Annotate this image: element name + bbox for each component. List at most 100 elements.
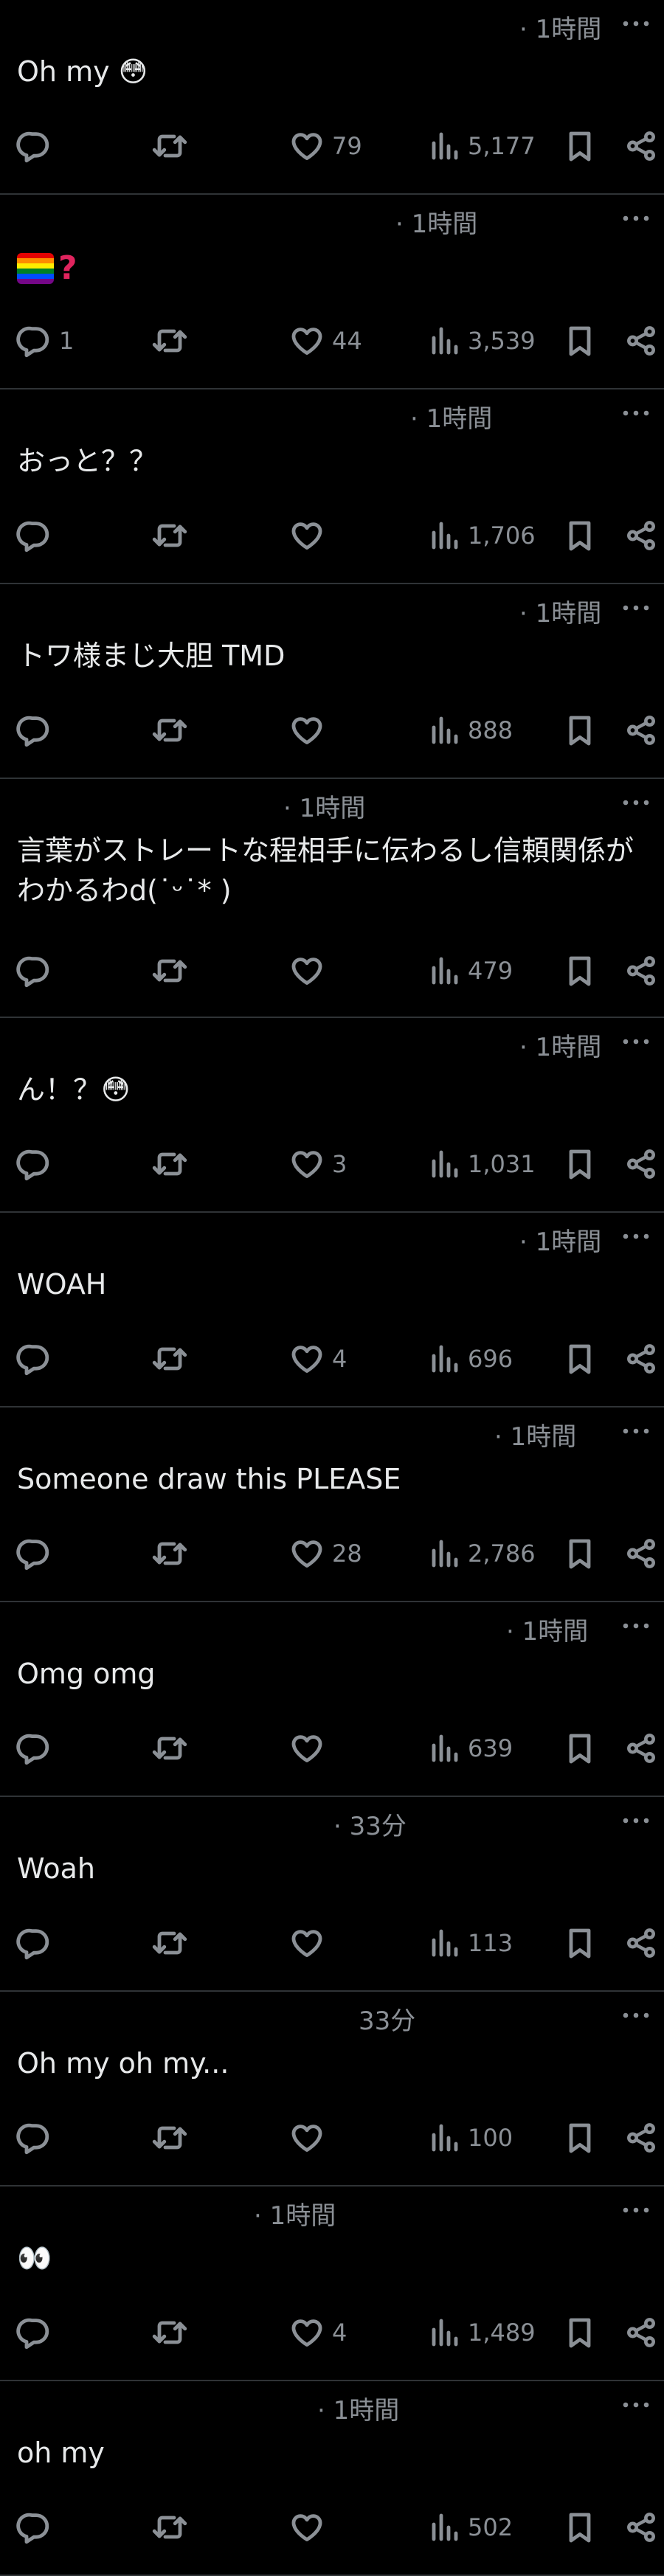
retweet-button[interactable]: [151, 710, 189, 751]
share-button[interactable]: [624, 125, 658, 167]
post[interactable]: · 1時間 Oh my 😳 79 5,177: [0, 0, 664, 195]
more-icon[interactable]: [618, 1611, 654, 1641]
post-timestamp[interactable]: · 1時間: [506, 1611, 588, 1647]
like-button[interactable]: 44: [289, 320, 362, 361]
retweet-button[interactable]: [151, 1338, 189, 1379]
post-timestamp[interactable]: · 1時間: [283, 788, 365, 824]
more-icon[interactable]: [618, 1027, 654, 1056]
like-button[interactable]: 28: [289, 1533, 362, 1574]
views-button[interactable]: 1,706: [428, 515, 536, 556]
post[interactable]: · 1時間 👀 4 1,489: [0, 2187, 664, 2381]
retweet-button[interactable]: [151, 2312, 189, 2353]
more-icon[interactable]: [618, 9, 654, 38]
post[interactable]: · 1時間? 1 44 3,539: [0, 195, 664, 389]
views-button[interactable]: 100: [428, 2117, 513, 2158]
post[interactable]: · 1時間 トワ様まじ大胆 TMD 888: [0, 584, 664, 779]
retweet-button[interactable]: [151, 320, 189, 361]
bookmark-button[interactable]: [564, 2312, 596, 2353]
post[interactable]: · 1時間 oh my 502: [0, 2381, 664, 2576]
share-button[interactable]: [624, 515, 658, 556]
post-timestamp[interactable]: · 1時間: [317, 2390, 399, 2426]
views-button[interactable]: 479: [428, 950, 513, 991]
like-button[interactable]: [289, 950, 332, 991]
post[interactable]: · 33分 Woah 113: [0, 1797, 664, 1992]
post-timestamp[interactable]: · 1時間: [519, 1027, 601, 1063]
more-icon[interactable]: [618, 2195, 654, 2225]
share-button[interactable]: [624, 320, 658, 361]
views-button[interactable]: 1,031: [428, 1143, 536, 1185]
more-icon[interactable]: [618, 398, 654, 428]
post[interactable]: · 1時間 ん！？😳 3 1,031: [0, 1018, 664, 1213]
more-icon[interactable]: [618, 2001, 654, 2030]
retweet-button[interactable]: [151, 2507, 189, 2548]
like-button[interactable]: [289, 2117, 332, 2158]
like-button[interactable]: [289, 2507, 332, 2548]
views-button[interactable]: 2,786: [428, 1533, 536, 1574]
share-button[interactable]: [624, 950, 658, 991]
like-button[interactable]: 4: [289, 1338, 347, 1379]
like-button[interactable]: 4: [289, 2312, 347, 2353]
post-timestamp[interactable]: · 1時間: [519, 1222, 601, 1258]
more-icon[interactable]: [618, 593, 654, 623]
bookmark-button[interactable]: [564, 2117, 596, 2158]
reply-button[interactable]: [16, 1922, 59, 1964]
views-button[interactable]: 696: [428, 1338, 513, 1379]
share-button[interactable]: [624, 1338, 658, 1379]
reply-button[interactable]: [16, 710, 59, 751]
bookmark-button[interactable]: [564, 1143, 596, 1185]
like-button[interactable]: [289, 1728, 332, 1769]
post-timestamp[interactable]: · 33分: [333, 1806, 407, 1842]
post[interactable]: 33分 Oh my oh my... 100: [0, 1992, 664, 2187]
reply-button[interactable]: [16, 125, 59, 167]
retweet-button[interactable]: [151, 1143, 189, 1185]
bookmark-button[interactable]: [564, 950, 596, 991]
reply-button[interactable]: [16, 2312, 59, 2353]
bookmark-button[interactable]: [564, 125, 596, 167]
bookmark-button[interactable]: [564, 1533, 596, 1574]
reply-button[interactable]: [16, 1533, 59, 1574]
post-timestamp[interactable]: · 1時間: [410, 398, 492, 434]
retweet-button[interactable]: [151, 1533, 189, 1574]
like-button[interactable]: [289, 1922, 332, 1964]
more-icon[interactable]: [618, 1416, 654, 1446]
bookmark-button[interactable]: [564, 1728, 596, 1769]
post[interactable]: · 1時間 言葉がストレートな程相手に伝わるし信頼関係がわかるわd(˙ᵕ˙* ) 4…: [0, 779, 664, 1018]
retweet-button[interactable]: [151, 515, 189, 556]
views-button[interactable]: 113: [428, 1922, 513, 1964]
like-button[interactable]: 79: [289, 125, 362, 167]
views-button[interactable]: 3,539: [428, 320, 536, 361]
share-button[interactable]: [624, 2312, 658, 2353]
like-button[interactable]: [289, 710, 332, 751]
more-icon[interactable]: [618, 2390, 654, 2420]
bookmark-button[interactable]: [564, 515, 596, 556]
reply-button[interactable]: [16, 515, 59, 556]
reply-button[interactable]: [16, 1728, 59, 1769]
post-timestamp[interactable]: · 1時間: [519, 593, 601, 629]
retweet-button[interactable]: [151, 1922, 189, 1964]
more-icon[interactable]: [618, 204, 654, 233]
reply-button[interactable]: [16, 2507, 59, 2548]
views-button[interactable]: 639: [428, 1728, 513, 1769]
retweet-button[interactable]: [151, 125, 189, 167]
reply-button[interactable]: [16, 1338, 59, 1379]
post-timestamp[interactable]: · 1時間: [519, 9, 601, 45]
reply-button[interactable]: [16, 950, 59, 991]
retweet-button[interactable]: [151, 2117, 189, 2158]
post[interactable]: · 1時間 Omg omg 639: [0, 1602, 664, 1797]
views-button[interactable]: 1,489: [428, 2312, 536, 2353]
views-button[interactable]: 502: [428, 2507, 513, 2548]
share-button[interactable]: [624, 2507, 658, 2548]
retweet-button[interactable]: [151, 1728, 189, 1769]
views-button[interactable]: 888: [428, 710, 513, 751]
bookmark-button[interactable]: [564, 1338, 596, 1379]
reply-button[interactable]: 1: [16, 320, 74, 361]
share-button[interactable]: [624, 1143, 658, 1185]
post-timestamp[interactable]: 33分: [359, 2001, 415, 2037]
bookmark-button[interactable]: [564, 710, 596, 751]
post-timestamp[interactable]: · 1時間: [254, 2195, 336, 2232]
like-button[interactable]: [289, 515, 332, 556]
retweet-button[interactable]: [151, 950, 189, 991]
more-icon[interactable]: [618, 1222, 654, 1251]
views-button[interactable]: 5,177: [428, 125, 536, 167]
share-button[interactable]: [624, 1533, 658, 1574]
